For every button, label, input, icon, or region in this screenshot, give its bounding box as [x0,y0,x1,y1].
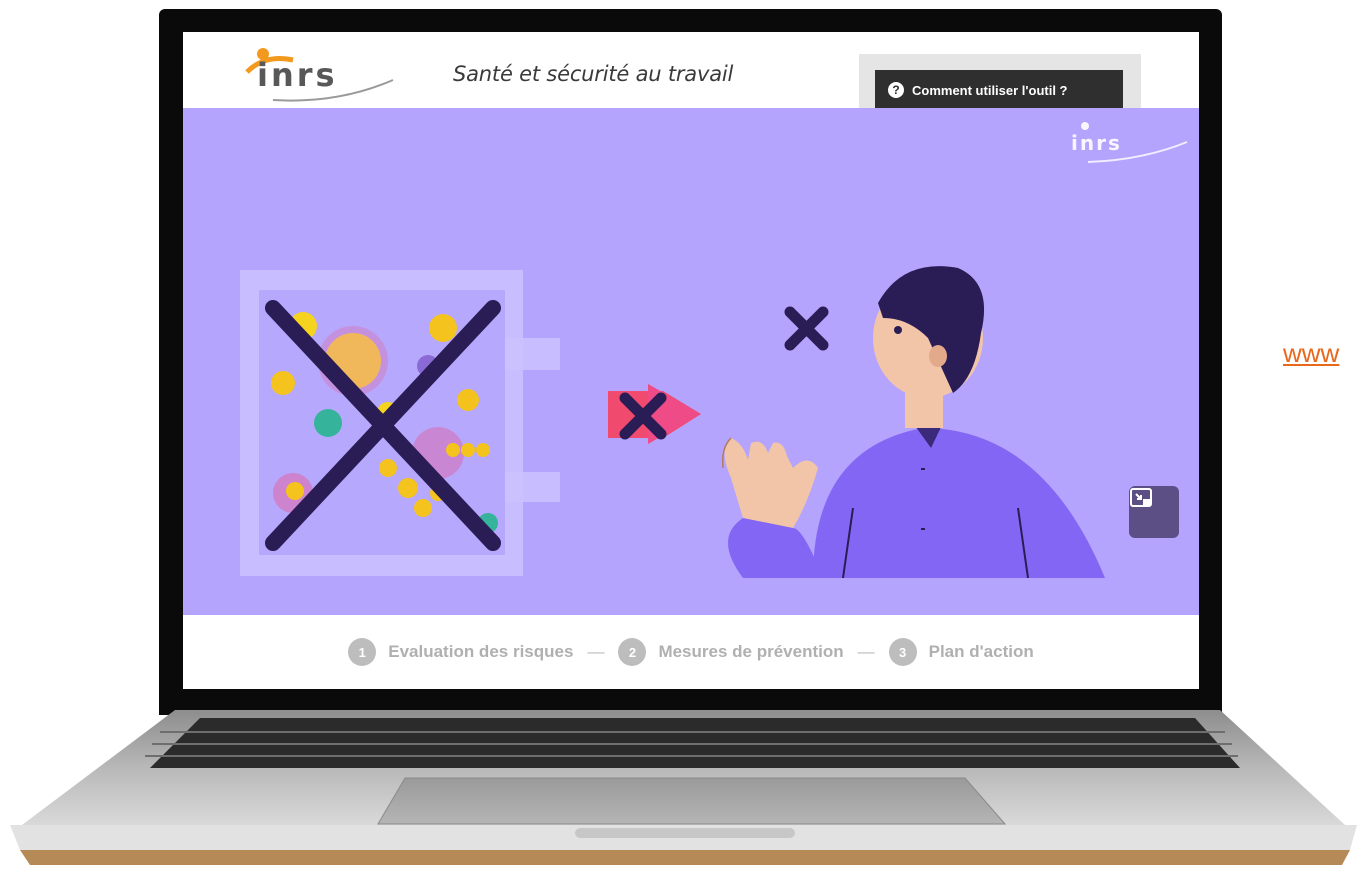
help-button[interactable]: ? Comment utiliser l'outil ? [875,70,1123,110]
step-2[interactable]: 2 Mesures de prévention [618,638,844,666]
step-1[interactable]: 1 Evaluation des risques [348,638,573,666]
question-circle-icon: ? [888,82,904,98]
laptop-screen: inrs Santé et sécurité au travail ? Comm… [183,32,1199,689]
lab-window [240,270,560,576]
step-3[interactable]: 3 Plan d'action [888,638,1034,666]
svg-text:inrs: inrs [257,56,338,94]
laptop-base [10,710,1357,865]
step-number: 3 [888,638,917,666]
website-link[interactable]: www [1283,338,1339,369]
step-number: 1 [348,638,377,666]
step-label: Mesures de prévention [658,642,844,661]
inrs-logo[interactable]: inrs [243,42,403,112]
inrs-watermark-logo: inrs [1071,122,1188,163]
help-button-label: Comment utiliser l'outil ? [912,82,1068,98]
video-player[interactable]: inrs [183,108,1199,615]
site-tagline: Santé et sécurité au travail [453,62,734,86]
blocked-arrow [608,384,701,444]
help-panel: ? Comment utiliser l'outil ? [859,54,1141,114]
step-label: Plan d'action [928,642,1034,661]
video-illustration: inrs [240,122,1188,579]
step-separator: — [587,642,605,661]
steps-bar: 1 Evaluation des risques — 2 Mesures de … [183,615,1199,689]
step-separator: — [857,642,875,661]
picture-in-picture-icon [1130,488,1152,507]
picture-in-picture-button[interactable] [1129,486,1179,538]
step-label: Evaluation des risques [388,642,574,661]
person-illustration [721,266,1105,579]
svg-text:inrs: inrs [1071,131,1122,155]
cross-mark [784,306,829,351]
step-number: 2 [618,638,647,666]
